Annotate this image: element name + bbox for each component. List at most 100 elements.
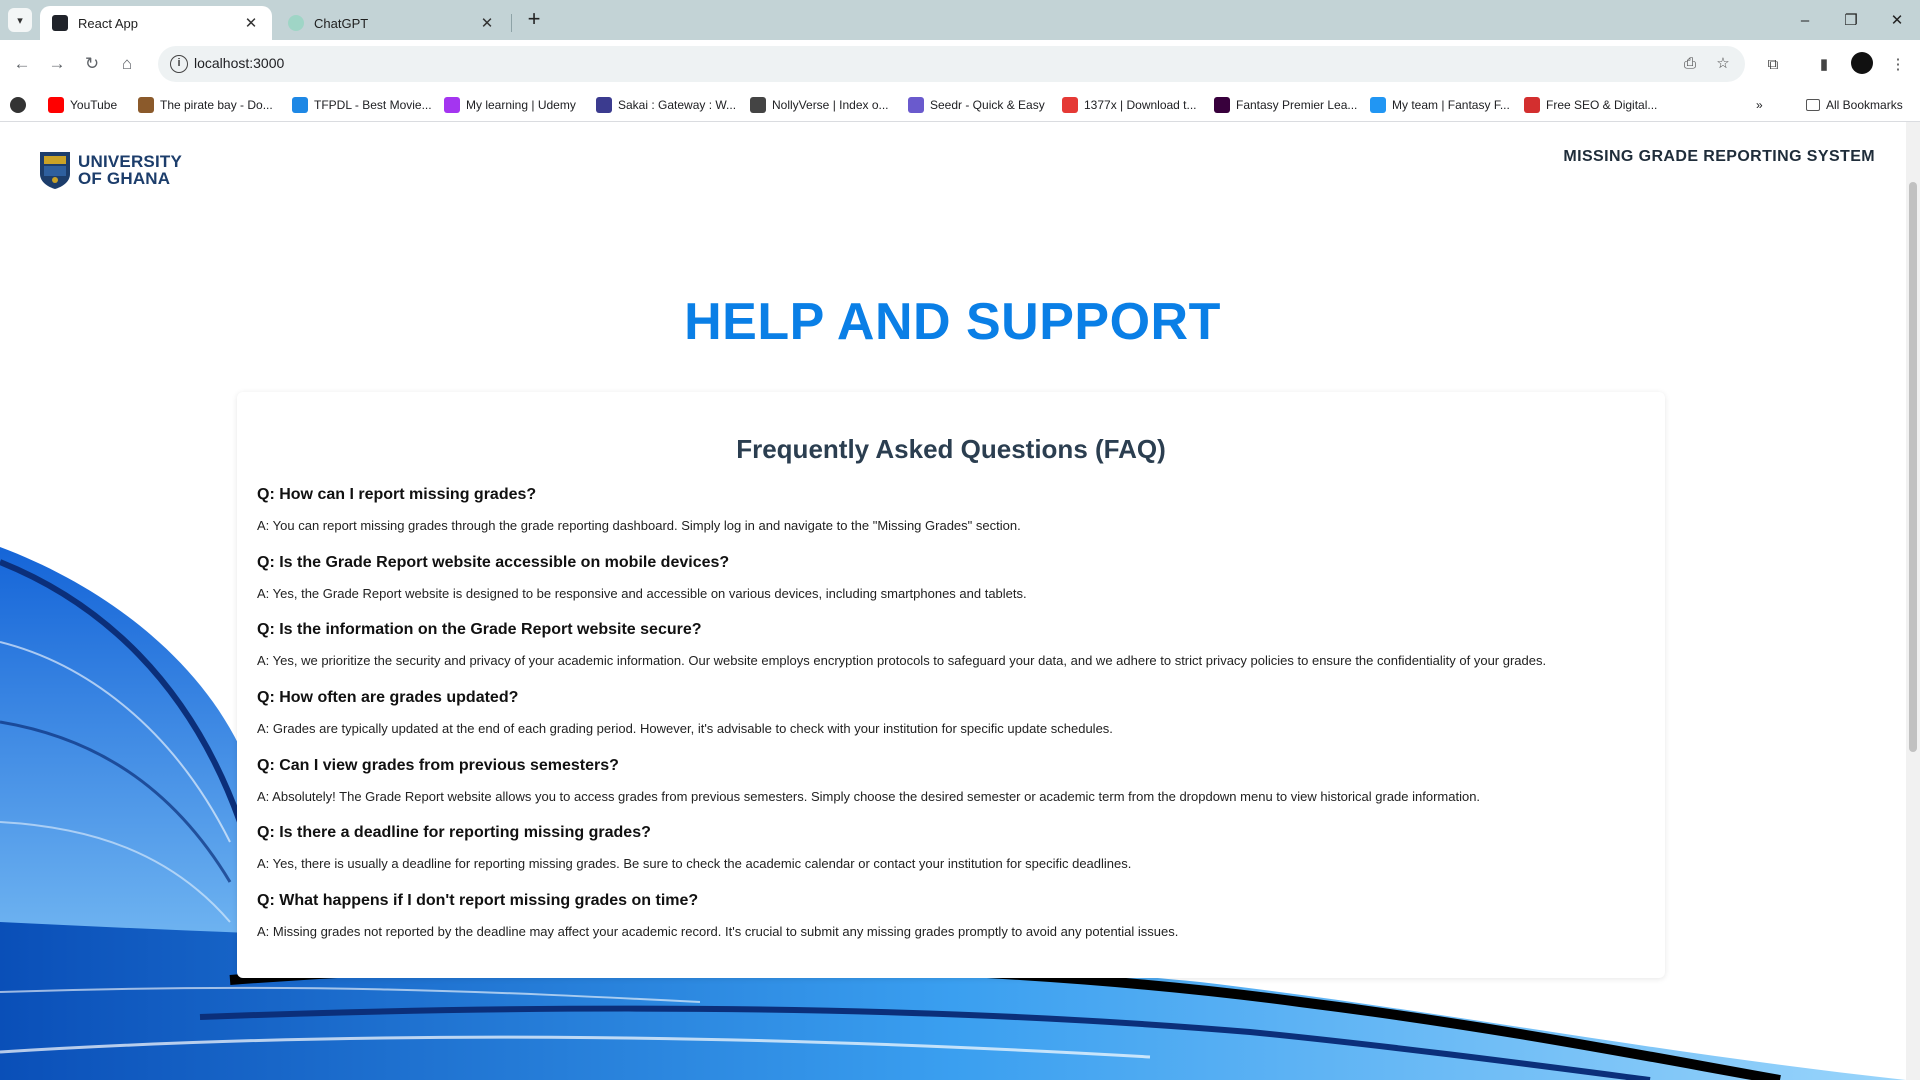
chatgpt-favicon-icon <box>288 15 304 31</box>
bookmark-label: The pirate bay - Do... <box>160 98 273 112</box>
bookmark-label: NollyVerse | Index o... <box>772 98 889 112</box>
url-text[interactable]: localhost:3000 <box>194 55 284 71</box>
react-favicon-icon <box>52 15 68 31</box>
tab-react-app[interactable]: React App ✕ <box>40 6 272 40</box>
more-bookmarks-button[interactable]: » <box>1756 96 1763 114</box>
tfpdl-icon <box>292 97 308 113</box>
close-icon[interactable]: ✕ <box>478 14 496 32</box>
youtube-icon <box>48 97 64 113</box>
seedr-icon <box>908 97 924 113</box>
bookmark-item[interactable]: NollyVerse | Index o... <box>750 96 889 114</box>
forward-button[interactable]: → <box>43 50 71 78</box>
page-title: HELP AND SUPPORT <box>684 293 1221 351</box>
faq-item: Q: Is the Grade Report website accessibl… <box>257 552 1647 620</box>
faq-question: Q: What happens if I don't report missin… <box>257 892 699 910</box>
bookmark-item[interactable]: YouTube <box>48 96 117 114</box>
bookmark-label: My team | Fantasy F... <box>1392 98 1510 112</box>
minimize-button[interactable]: – <box>1782 0 1828 40</box>
site-info-icon[interactable]: i <box>170 55 188 73</box>
folder-icon <box>1806 99 1820 111</box>
bookmarks-bar: YouTube The pirate bay - Do... TFPDL - Bes… <box>0 88 1920 122</box>
side-panel-icon[interactable]: ▮ <box>1813 54 1835 76</box>
bookmark-label: Sakai : Gateway : W... <box>618 98 737 112</box>
back-button[interactable]: ← <box>8 50 36 78</box>
faq-answer: A: Yes, there is usually a deadline for … <box>257 856 1132 872</box>
profile-avatar[interactable] <box>1851 52 1873 74</box>
faq-question: Q: Is there a deadline for reporting mis… <box>257 824 651 842</box>
bookmark-item[interactable]: 1377x | Download t... <box>1062 96 1197 114</box>
bookmark-star-icon[interactable]: ☆ <box>1713 55 1733 73</box>
close-window-button[interactable]: ✕ <box>1874 0 1920 40</box>
bookmark-item[interactable]: My team | Fantasy F... <box>1370 96 1510 114</box>
bookmark-label: YouTube <box>70 98 118 112</box>
all-bookmarks-label: All Bookmarks <box>1826 98 1903 112</box>
new-tab-button[interactable]: + <box>520 6 548 34</box>
faq-answer: A: Yes, we prioritize the security and p… <box>257 653 1547 669</box>
bookmark-label: Seedr - Quick & Easy <box>930 98 1045 112</box>
bookmark-item[interactable]: Sakai : Gateway : W... <box>596 96 736 114</box>
faq-answer: A: Grades are typically updated at the e… <box>257 721 1113 737</box>
menu-icon[interactable]: ⋮ <box>1887 54 1909 76</box>
faq-answer: A: Yes, the Grade Report website is desi… <box>257 585 1027 601</box>
faq-heading: Frequently Asked Questions (FAQ) <box>736 434 1166 464</box>
scrollbar-thumb[interactable] <box>1909 182 1917 752</box>
star-icon <box>1370 97 1386 113</box>
faq-question: Q: Is the information on the Grade Repor… <box>257 621 702 639</box>
pk-icon <box>1524 97 1540 113</box>
x-icon <box>1062 97 1078 113</box>
bookmark-item[interactable]: Free SEO & Digital... <box>1524 96 1657 114</box>
bookmark-item[interactable]: TFPDL - Best Movie... <box>292 96 432 114</box>
page-viewport: UNIVERSITY OF GHANA MISSING GRADE REPORT… <box>0 122 1920 1080</box>
bookmark-label: Fantasy Premier Lea... <box>1236 98 1358 112</box>
faq-question: Q: Can I view grades from previous semes… <box>257 756 619 774</box>
faq-card: Frequently Asked Questions (FAQ) Q: How … <box>237 392 1665 978</box>
faq-answer: A: Absolutely! The Grade Report website … <box>257 788 1481 804</box>
browser-toolbar: ← → ↻ ⌂ i localhost:3000 ⎙ ☆ ⧉ ▮ ⋮ <box>0 40 1920 88</box>
bookmark-label: Free SEO & Digital... <box>1546 98 1658 112</box>
faq-item: Q: How can I report missing grades? A: Y… <box>257 484 1647 552</box>
university-crest-icon <box>40 152 70 189</box>
sakai-icon <box>596 97 612 113</box>
faq-answer: A: Missing grades not reported by the de… <box>257 924 1179 940</box>
address-bar[interactable]: i localhost:3000 ⎙ ☆ <box>158 46 1745 82</box>
home-button[interactable]: ⌂ <box>113 50 141 78</box>
tab-divider <box>511 14 512 32</box>
university-logo[interactable]: UNIVERSITY OF GHANA <box>38 150 182 190</box>
apps-icon[interactable] <box>10 96 32 114</box>
install-app-icon[interactable]: ⎙ <box>1680 55 1700 73</box>
faq-question: Q: How can I report missing grades? <box>257 486 537 503</box>
faq-question: Q: Is the Grade Report website accessibl… <box>257 553 730 571</box>
tab-strip: ▾ React App ✕ ChatGPT ✕ + – ❐ ✕ <box>0 0 1920 40</box>
all-bookmarks-button[interactable]: All Bookmarks <box>1806 96 1903 114</box>
bookmark-item[interactable]: The pirate bay - Do... <box>138 96 273 114</box>
premier-league-icon <box>1214 97 1230 113</box>
system-title: MISSING GRADE REPORTING SYSTEM <box>1563 148 1875 165</box>
pirate-ship-icon <box>138 97 154 113</box>
bookmark-label: 1377x | Download t... <box>1084 98 1197 112</box>
faq-item: Q: Is the information on the Grade Repor… <box>257 619 1647 687</box>
bookmark-label: TFPDL - Best Movie... <box>314 98 432 112</box>
extensions-icon[interactable]: ⧉ <box>1762 54 1784 76</box>
tab-chatgpt[interactable]: ChatGPT ✕ <box>276 6 508 40</box>
faq-item: Q: Can I view grades from previous semes… <box>257 755 1647 823</box>
faq-item: Q: Is there a deadline for reporting mis… <box>257 822 1647 890</box>
bookmark-item[interactable]: Fantasy Premier Lea... <box>1214 96 1357 114</box>
page-scrollbar[interactable] <box>1906 122 1920 1080</box>
faq-item: Q: How often are grades updated? A: Grad… <box>257 687 1647 755</box>
close-icon[interactable]: ✕ <box>242 14 260 32</box>
nollyverse-icon <box>750 97 766 113</box>
bookmark-label: My learning | Udemy <box>466 98 576 112</box>
chevron-down-icon: ▾ <box>17 14 23 27</box>
bookmark-item[interactable]: Seedr - Quick & Easy <box>908 96 1045 114</box>
faq-answer: A: You can report missing grades through… <box>257 518 1021 533</box>
logo-line-1: UNIVERSITY <box>78 152 183 171</box>
bookmark-item[interactable]: My learning | Udemy <box>444 96 576 114</box>
faq-list: Q: How can I report missing grades? A: Y… <box>257 484 1647 958</box>
udemy-icon <box>444 97 460 113</box>
reload-button[interactable]: ↻ <box>78 50 106 78</box>
restore-button[interactable]: ❐ <box>1828 0 1874 40</box>
tab-search-button[interactable]: ▾ <box>8 8 32 32</box>
faq-question: Q: How often are grades updated? <box>257 689 519 707</box>
tab-title: ChatGPT <box>314 15 369 31</box>
logo-line-2: OF GHANA <box>78 169 171 188</box>
